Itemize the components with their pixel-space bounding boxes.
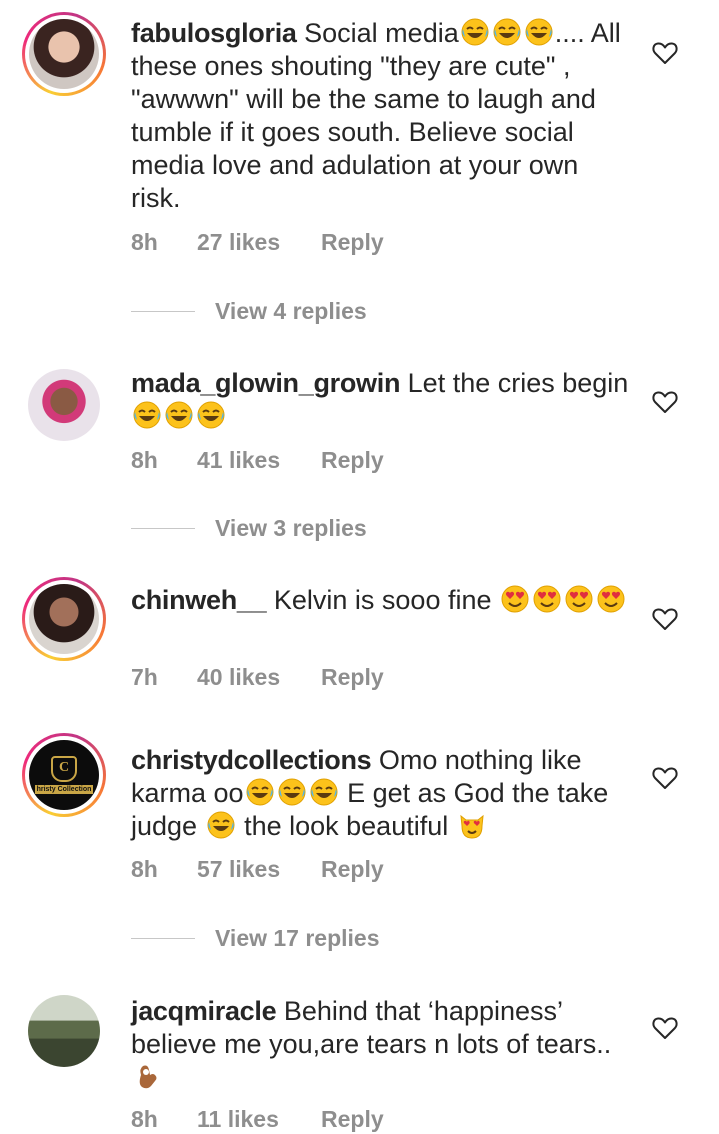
face-with-tears-of-joy-emoji	[196, 400, 226, 430]
comment-text: chinweh__ Kelvin is sooo fine	[131, 584, 631, 617]
reply-button[interactable]: Reply	[321, 1106, 384, 1133]
likes-count[interactable]: 57 likes	[197, 856, 321, 883]
comment-text: jacqmiracle Behind that ‘happiness’ beli…	[131, 995, 631, 1094]
username[interactable]: mada_glowin_growin	[131, 368, 400, 398]
reply-button[interactable]: Reply	[321, 229, 384, 256]
view-replies-button[interactable]: View 17 replies	[131, 925, 380, 952]
comment-meta: 8h 11 likes Reply	[131, 1106, 384, 1133]
face-with-tears-of-joy-emoji	[132, 400, 162, 430]
face-with-tears-of-joy-emoji	[309, 777, 339, 807]
face-with-tears-of-joy-emoji	[206, 810, 236, 840]
username[interactable]: chinweh__	[131, 585, 267, 615]
comment-time: 8h	[131, 856, 158, 882]
comment-text: christydcollections Omo nothing like kar…	[131, 745, 609, 841]
comment-meta: 8h 57 likes Reply	[131, 856, 384, 883]
face-with-tears-of-joy-emoji	[460, 17, 490, 47]
username[interactable]: christydcollections	[131, 745, 372, 775]
heart-eyes-emoji	[596, 584, 626, 614]
comment-meta: 8h 41 likes Reply	[131, 447, 384, 474]
divider	[131, 938, 195, 939]
comment-time: 8h	[131, 447, 158, 473]
comment-time: 8h	[131, 1106, 158, 1132]
heart-eyes-emoji	[532, 584, 562, 614]
view-replies-button[interactable]: View 4 replies	[131, 298, 367, 325]
heart-outline-icon[interactable]	[652, 607, 678, 631]
avatar[interactable]	[25, 992, 103, 1070]
heart-outline-icon[interactable]	[652, 1016, 678, 1040]
divider	[131, 311, 195, 312]
reply-button[interactable]: Reply	[321, 856, 384, 883]
face-with-tears-of-joy-emoji	[524, 17, 554, 47]
avatar[interactable]: C hristy Collection	[22, 733, 106, 817]
comment-time: 8h	[131, 229, 158, 255]
avatar[interactable]	[22, 577, 106, 661]
heart-eyes-emoji	[500, 584, 530, 614]
heart-eyes-emoji	[564, 584, 594, 614]
username[interactable]: fabulosgloria	[131, 18, 297, 48]
likes-count[interactable]: 27 likes	[197, 229, 321, 256]
avatar[interactable]	[25, 366, 103, 444]
brand-banner: hristy Collection	[34, 785, 94, 794]
reply-button[interactable]: Reply	[321, 447, 384, 474]
comment-meta: 7h 40 likes Reply	[131, 664, 384, 691]
comment-text: mada_glowin_growin Let the cries begin	[131, 367, 631, 433]
heart-outline-icon[interactable]	[652, 41, 678, 65]
view-replies-button[interactable]: View 3 replies	[131, 515, 367, 542]
likes-count[interactable]: 40 likes	[197, 664, 321, 691]
reply-button[interactable]: Reply	[321, 664, 384, 691]
face-with-tears-of-joy-emoji	[245, 777, 275, 807]
ok-hand-emoji	[132, 1061, 162, 1091]
likes-count[interactable]: 41 likes	[197, 447, 321, 474]
heart-outline-icon[interactable]	[652, 766, 678, 790]
face-with-tears-of-joy-emoji	[277, 777, 307, 807]
logo-crest-icon: C	[51, 756, 77, 782]
heart-outline-icon[interactable]	[652, 390, 678, 414]
comment-text: fabulosgloria Social media.... All these…	[131, 17, 621, 213]
face-with-tears-of-joy-emoji	[164, 400, 194, 430]
comment-time: 7h	[131, 664, 158, 690]
avatar[interactable]	[22, 12, 106, 96]
divider	[131, 528, 195, 529]
comment-meta: 8h 27 likes Reply	[131, 229, 384, 256]
heart-eyes-cat-emoji	[457, 810, 487, 840]
likes-count[interactable]: 11 likes	[197, 1106, 321, 1133]
username[interactable]: jacqmiracle	[131, 996, 277, 1026]
face-with-tears-of-joy-emoji	[492, 17, 522, 47]
